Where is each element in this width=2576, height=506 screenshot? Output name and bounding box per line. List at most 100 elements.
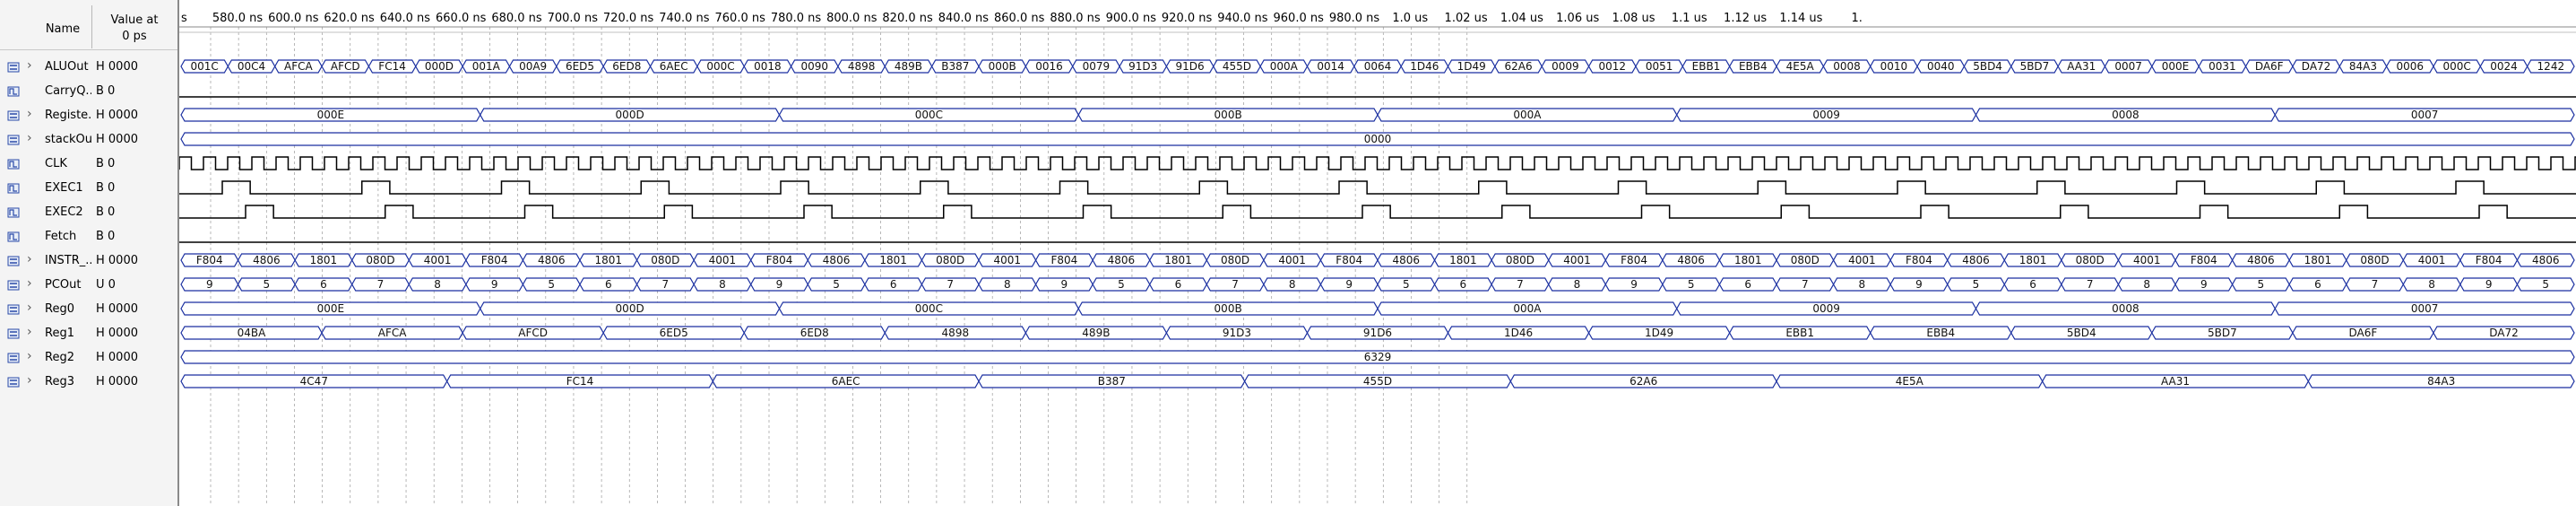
bus-value-label: 5 xyxy=(264,278,271,291)
header-separator[interactable] xyxy=(91,5,92,48)
signal-row-reg3[interactable]: › Reg3 H 0000 xyxy=(0,371,177,395)
bus-value-label: 4001 xyxy=(1848,254,1876,266)
bus-value-label: 1801 xyxy=(595,254,623,266)
signal-row-pcout[interactable]: › PCOut U 0 xyxy=(0,274,177,298)
bus-value-label: 5BD4 xyxy=(1973,60,2002,73)
ruler-label: 580.0 ns xyxy=(212,12,264,25)
bus-value-label: 1D49 xyxy=(1645,327,1673,339)
bus-value-label: DA72 xyxy=(2489,327,2519,339)
bus-value-label: 5BD7 xyxy=(2208,327,2237,339)
bus-value-label: 7 xyxy=(2372,278,2379,291)
waveform-canvas[interactable]: s 580.0 ns 600.0 ns 620.0 ns 640.0 ns 660.0 n… xyxy=(179,0,2576,506)
bus-value-label: AA31 xyxy=(2067,60,2096,73)
name-column-header[interactable]: Name xyxy=(36,22,90,36)
bus-value-label: 4898 xyxy=(942,327,970,339)
wave-row-exec2[interactable] xyxy=(179,205,2576,219)
bus-value-label: 4806 xyxy=(823,254,851,266)
bus-icon xyxy=(7,377,20,388)
bus-value-label: 000E xyxy=(2162,60,2190,73)
signal-value: B 0 xyxy=(96,157,116,170)
wave-row-reg2[interactable]: 6329 xyxy=(180,350,2575,364)
signal-name: Reg1 xyxy=(45,327,74,340)
wave-row-reg1[interactable]: 04BA AFCA AFCD 6ED5 6ED8 4898 489B 91D3 91D6 1D46… xyxy=(180,326,2575,340)
time-ruler[interactable]: s 580.0 ns 600.0 ns 620.0 ns 640.0 ns 660.0 n… xyxy=(181,12,1863,25)
bus-value-label: 6ED5 xyxy=(660,327,688,339)
wave-row-stackout[interactable]: 0000 xyxy=(180,132,2575,146)
signal-row-exec2[interactable]: EXEC2 B 0 xyxy=(0,201,177,225)
bus-value-label: 7 xyxy=(2087,278,2094,291)
signal-row-stackout[interactable]: › stackOut H 0000 xyxy=(0,128,177,153)
value-column-header[interactable]: Value at 0 ps xyxy=(93,13,176,45)
bus-value-label: 0064 xyxy=(1364,60,1392,73)
bus-value-label: F804 xyxy=(1906,254,1932,266)
signal-name: Reg0 xyxy=(45,302,74,316)
expand-chevron-icon[interactable]: › xyxy=(27,252,32,266)
signal-name: INSTR_... xyxy=(45,254,91,267)
ruler-label: 740.0 ns xyxy=(659,12,710,25)
bit-icon xyxy=(7,159,20,170)
wave-row-pcout[interactable]: 9 5 6 7 8 9 5 6 7 8 9 5 6 7 8 9 5 6 7 8 9 5 6 7 8 9 5 6 7 8 9 5 6 7 8 9 5 6 7 8… xyxy=(180,277,2575,292)
expand-chevron-icon[interactable]: › xyxy=(27,107,32,121)
signal-name-pane: Name Value at 0 ps › ALUOut H 0000 CarryQ..… xyxy=(0,0,177,506)
bus-value-label: 5 xyxy=(1403,278,1410,291)
bus-value-label: AFCD xyxy=(331,60,360,73)
signal-row-carryq[interactable]: CarryQ... B 0 xyxy=(0,80,177,104)
bus-value-label: 0051 xyxy=(1646,60,1673,73)
signal-row-registe[interactable]: › Registe... H 0000 xyxy=(0,104,177,128)
expand-chevron-icon[interactable]: › xyxy=(27,131,32,145)
wave-row-reg3[interactable]: 4C47 FC14 6AEC B387 455D 62A6 4E5A AA31 84A3 xyxy=(180,374,2575,388)
bus-value-label: 1242 xyxy=(2537,60,2565,73)
bus-value-label: 000D xyxy=(616,302,644,315)
bus-value-label: 000A xyxy=(1513,109,1542,121)
wave-row-aluout[interactable]: 001C 00C4 AFCA AFCD FC14 000D 001A 00A9 6ED5 6ED8… xyxy=(180,59,2575,74)
bus-value-label: 6ED8 xyxy=(800,327,829,339)
bus-value-label: 8 xyxy=(2143,278,2150,291)
signal-value: H 0000 xyxy=(96,302,138,316)
expand-chevron-icon[interactable]: › xyxy=(27,373,32,388)
signal-row-reg1[interactable]: › Reg1 H 0000 xyxy=(0,322,177,346)
wave-row-registe[interactable]: 000E 000D 000C 000B 000A 0009 0008 0007 xyxy=(180,108,2575,122)
bus-icon xyxy=(7,353,20,363)
bus-icon xyxy=(7,256,20,266)
ruler-label: 1.0 us xyxy=(1392,12,1428,25)
bus-value-label: 7 xyxy=(377,278,385,291)
bus-value-label: 4E5A xyxy=(1786,60,1815,73)
bus-value-label: 8 xyxy=(1859,278,1866,291)
ruler-label: 1.14 us xyxy=(1779,12,1822,25)
bus-value-label: 0010 xyxy=(1880,60,1908,73)
bus-value-label: 000C xyxy=(2442,60,2470,73)
bus-value-label: 62A6 xyxy=(1629,375,1657,388)
expand-chevron-icon[interactable]: › xyxy=(27,276,32,291)
bus-value-label: 4001 xyxy=(2418,254,2446,266)
bus-value-label: 9 xyxy=(491,278,498,291)
bus-icon xyxy=(7,135,20,145)
signal-row-clk[interactable]: CLK B 0 xyxy=(0,153,177,177)
wave-row-instr[interactable]: F804 4806 1801 080D 4001 F804 4806 1801 080D 4001… xyxy=(180,253,2575,267)
signal-name: PCOut xyxy=(45,278,82,292)
bus-value-label: 1801 xyxy=(2304,254,2332,266)
expand-chevron-icon[interactable]: › xyxy=(27,325,32,339)
wave-row-clk[interactable] xyxy=(179,156,2576,170)
signal-row-aluout[interactable]: › ALUOut H 0000 xyxy=(0,56,177,80)
ruler-label: 680.0 ns xyxy=(491,12,542,25)
bus-value-label: 4806 xyxy=(1108,254,1136,266)
wave-row-reg0[interactable]: 000E 000D 000C 000B 000A 0009 0008 0007 xyxy=(180,301,2575,316)
signal-row-reg2[interactable]: › Reg2 H 0000 xyxy=(0,346,177,371)
signal-row-fetch[interactable]: Fetch B 0 xyxy=(0,225,177,249)
ruler-label: 720.0 ns xyxy=(603,12,654,25)
expand-chevron-icon[interactable]: › xyxy=(27,301,32,315)
bus-value-label: 4001 xyxy=(709,254,737,266)
header-divider xyxy=(0,49,177,50)
ruler-label: 620.0 ns xyxy=(324,12,375,25)
expand-chevron-icon[interactable]: › xyxy=(27,349,32,363)
expand-chevron-icon[interactable]: › xyxy=(27,58,32,73)
signal-row-instr[interactable]: › INSTR_... H 0000 xyxy=(0,249,177,274)
bus-value-label: F804 xyxy=(1050,254,1077,266)
signal-row-reg0[interactable]: › Reg0 H 0000 xyxy=(0,298,177,322)
signal-value: B 0 xyxy=(96,181,116,195)
ruler-label: 1.1 us xyxy=(1672,12,1707,25)
bus-value-label: 8 xyxy=(719,278,726,291)
signal-row-exec1[interactable]: EXEC1 B 0 xyxy=(0,177,177,201)
wave-row-exec1[interactable] xyxy=(179,180,2576,195)
bus-value-label: 4C47 xyxy=(300,375,328,388)
